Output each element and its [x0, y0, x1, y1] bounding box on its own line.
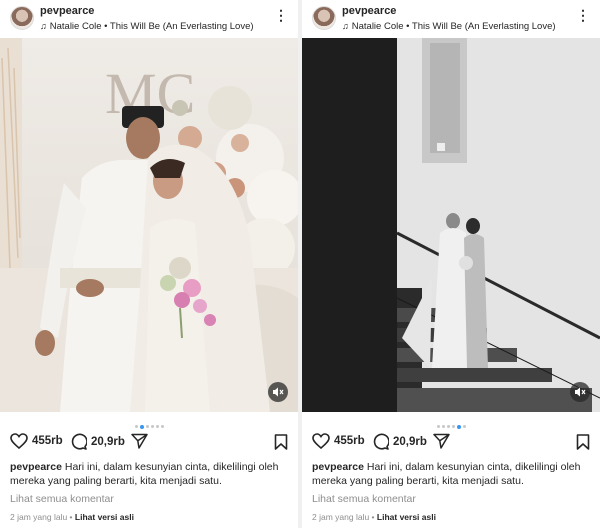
speaker-muted-icon	[273, 387, 284, 397]
more-vertical-icon[interactable]: ⋮	[274, 8, 288, 22]
caption: pevpearce Hari ini, dalam kesunyian cint…	[312, 460, 594, 488]
see-original-link[interactable]: Lihat versi asli	[377, 512, 436, 522]
post-header: pevpearce ♫ Natalie Cole • This Will Be (…	[0, 0, 298, 38]
meta-separator: •	[69, 512, 73, 522]
meta-separator: •	[371, 512, 375, 522]
staircase-photo	[302, 38, 600, 412]
avatar[interactable]	[10, 6, 34, 30]
view-all-comments-link[interactable]: Lihat semua komentar	[10, 493, 114, 505]
music-info[interactable]: ♫ Natalie Cole • This Will Be (An Everlas…	[342, 21, 556, 32]
carousel-dot	[150, 425, 154, 429]
post-header: pevpearce ♫ Natalie Cole • This Will Be (…	[302, 0, 600, 38]
comment-button[interactable]: 20,9rb	[70, 433, 125, 450]
share-button[interactable]	[433, 433, 450, 449]
post-meta: 2 jam yang lalu • Lihat versi asli	[312, 512, 436, 522]
caption-username[interactable]: pevpearce	[312, 461, 364, 473]
carousel-dot	[441, 425, 445, 429]
heart-icon	[10, 433, 28, 449]
post-1: pevpearce ♫ Natalie Cole • This Will Be (…	[0, 0, 298, 528]
username[interactable]: pevpearce	[342, 5, 396, 17]
carousel-dot	[456, 424, 461, 429]
mute-button[interactable]	[570, 382, 590, 402]
likes-count: 455rb	[32, 435, 63, 447]
music-note-icon: ♫	[40, 21, 47, 31]
comments-count: 20,9rb	[393, 435, 427, 448]
paper-plane-icon	[131, 433, 148, 449]
like-button[interactable]: 455rb	[10, 433, 63, 449]
heart-icon	[312, 433, 330, 449]
music-note-icon: ♫	[342, 21, 349, 31]
bookmark-icon	[274, 434, 288, 450]
carousel-dot	[446, 425, 450, 429]
carousel-indicator	[302, 418, 600, 429]
carousel-dot	[134, 425, 138, 429]
post-meta: 2 jam yang lalu • Lihat versi asli	[10, 512, 134, 522]
timestamp: 2 jam yang lalu	[312, 512, 370, 522]
comment-button[interactable]: 20,9rb	[372, 433, 427, 450]
avatar[interactable]	[312, 6, 336, 30]
post-image[interactable]	[302, 38, 600, 412]
comment-bubble-icon	[71, 433, 87, 450]
post-2: pevpearce ♫ Natalie Cole • This Will Be (…	[302, 0, 600, 528]
like-button[interactable]: 455rb	[312, 433, 365, 449]
comments-count: 20,9rb	[91, 435, 125, 448]
likes-count: 455rb	[334, 435, 365, 447]
wedding-photo: MC	[0, 38, 298, 412]
caption-username[interactable]: pevpearce	[10, 461, 62, 473]
carousel-dot	[155, 425, 159, 429]
bookmark-icon	[576, 434, 590, 450]
speaker-muted-icon	[575, 387, 586, 397]
share-button[interactable]	[131, 433, 148, 449]
carousel-dot	[436, 425, 440, 429]
save-button[interactable]	[274, 434, 288, 455]
carousel-dot	[462, 425, 466, 429]
mute-button[interactable]	[268, 382, 288, 402]
carousel-indicator	[0, 418, 298, 429]
instagram-feed: pevpearce ♫ Natalie Cole • This Will Be (…	[0, 0, 600, 528]
comment-bubble-icon	[373, 433, 389, 450]
caption: pevpearce Hari ini, dalam kesunyian cint…	[10, 460, 292, 488]
paper-plane-icon	[433, 433, 450, 449]
music-info[interactable]: ♫ Natalie Cole • This Will Be (An Everlas…	[40, 21, 254, 32]
music-title: Natalie Cole • This Will Be (An Everlast…	[49, 21, 254, 32]
carousel-dot	[145, 425, 149, 429]
carousel-dot	[139, 424, 144, 429]
view-all-comments-link[interactable]: Lihat semua komentar	[312, 493, 416, 505]
post-actions: 455rb 20,9rb	[0, 433, 298, 455]
carousel-dot	[451, 425, 455, 429]
post-actions: 455rb 20,9rb	[302, 433, 600, 455]
music-title: Natalie Cole • This Will Be (An Everlast…	[351, 21, 556, 32]
see-original-link[interactable]: Lihat versi asli	[75, 512, 134, 522]
post-image[interactable]: MC	[0, 38, 298, 412]
carousel-dot	[160, 425, 164, 429]
username[interactable]: pevpearce	[40, 5, 94, 17]
more-vertical-icon[interactable]: ⋮	[576, 8, 590, 22]
save-button[interactable]	[576, 434, 590, 455]
timestamp: 2 jam yang lalu	[10, 512, 68, 522]
